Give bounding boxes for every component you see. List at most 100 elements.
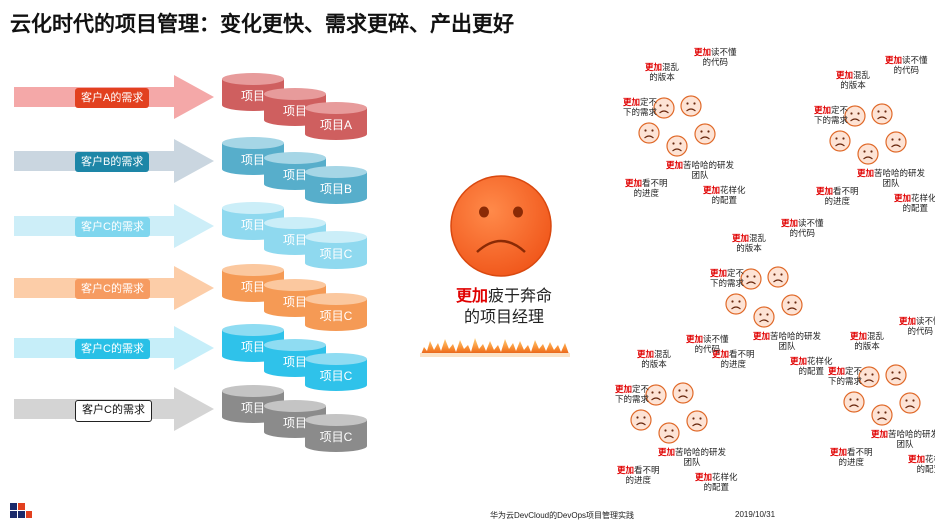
requirement-arrow: 客户B的需求 [14,139,214,183]
sad-face-icon [781,294,803,316]
annotation-emphasis: 更加 [666,160,684,170]
problem-annotation: 更加花样化的配置 [695,472,738,492]
sad-face-icon [658,422,680,444]
fire-icon [420,338,570,357]
project-cylinder: 项目A [305,102,367,140]
annotation-emphasis: 更加 [625,178,643,188]
problem-annotation: 更加读不懂的代码 [899,316,935,336]
annotation-line1: 看不明 [642,178,668,188]
annotation-emphasis: 更加 [623,97,641,107]
sad-face-icon [885,131,907,153]
project-manager-caption: 更加疲于奔命 的项目经理 [434,286,574,328]
annotation-line2: 的版本 [840,80,866,90]
annotation-line1: 苦哈哈的研发 [675,447,727,457]
problem-annotation: 更加苦哈哈的研发 团队 [753,331,821,351]
problem-annotation: 更加读不懂的代码 [885,55,928,75]
annotation-emphasis: 更加 [871,429,889,439]
annotation-line2: 的版本 [641,359,667,369]
annotation-line2: 的进度 [720,359,747,369]
sad-face-icon [694,123,716,145]
project-label: 项目C [319,247,353,261]
annotation-line2: 的进度 [824,196,851,206]
sad-face-icon [630,409,652,431]
annotation-line2: 的版本 [854,341,880,351]
project-label: 项目C [319,369,353,383]
problem-annotation: 更加苦哈哈的研发 团队 [658,447,726,467]
annotation-emphasis: 更加 [899,316,917,326]
sad-face-icon [666,135,688,157]
annotation-line2: 的配置 [902,203,929,213]
annotation-emphasis: 更加 [710,268,728,278]
problem-annotation: 更加苦哈哈的研发 团队 [871,429,935,449]
big-sad-face-icon [450,175,552,277]
problem-annotation: 更加定不 下的需求 [623,97,657,117]
annotation-line2: 的进度 [633,188,660,198]
annotation-line1: 读不懂 [902,55,928,65]
footer-date: 2019/10/31 [735,510,776,519]
annotation-line2: 的配置 [711,195,738,205]
annotation-line1: 看不明 [833,186,859,196]
sad-face-icon [885,364,907,386]
annotation-line1: 读不懂 [916,316,935,326]
sad-face-icon [899,392,921,414]
problem-annotation: 更加定不 下的需求 [710,268,744,288]
customer-requirement-label: 客户C的需求 [75,279,150,299]
annotation-line2: 团队 [683,457,701,467]
annotation-emphasis: 更加 [885,55,903,65]
annotation-emphasis: 更加 [732,233,750,243]
problem-annotation: 更加定不 下的需求 [615,384,649,404]
problem-annotation: 更加花样化的配置 [908,454,935,474]
annotation-line1: 混乱 [867,331,885,341]
slide-title: 云化时代的项目管理：变化更快、需求更碎、产出更好 [10,13,514,36]
annotation-emphasis: 更加 [894,193,912,203]
annotation-emphasis: 更加 [686,334,704,344]
annotation-line1: 苦哈哈的研发 [874,168,926,178]
project-cylinder: 项目C [305,293,367,331]
annotation-emphasis: 更加 [814,105,832,115]
problem-annotation: 更加花样化的配置 [790,356,833,376]
project-label: 项目B [319,182,352,196]
annotation-emphasis: 更加 [637,349,655,359]
requirement-arrow: 客户A的需求 [14,75,214,119]
sad-face-icon [871,103,893,125]
annotation-emphasis: 更加 [836,70,854,80]
annotation-line1: 定不 [727,268,745,278]
customer-requirement-label: 客户C的需求 [75,217,150,237]
annotation-line2: 的代码 [694,344,721,354]
problem-annotation: 更加苦哈哈的研发 团队 [666,160,734,180]
annotation-emphasis: 更加 [658,447,676,457]
problem-annotation: 更加看不明 的进度 [830,447,873,467]
sad-face-icon [843,391,865,413]
problem-annotation: 更加花样化的配置 [894,193,935,213]
annotation-line1: 看不明 [847,447,873,457]
annotation-line2: 团队 [896,439,914,449]
annotation-emphasis: 更加 [753,331,771,341]
problem-annotation: 更加看不明 的进度 [617,465,660,485]
annotation-line2: 下的需求 [710,278,745,288]
annotation-emphasis: 更加 [790,356,808,366]
annotation-line1: 定不 [845,366,863,376]
annotation-emphasis: 更加 [828,366,846,376]
annotation-line2: 的配置 [798,366,825,376]
pm-logo-icon [10,503,32,518]
sad-face-icon [857,143,879,165]
problem-annotation: 更加混乱 的版本 [836,70,870,90]
annotation-line2: 的配置 [916,464,935,474]
annotation-line2: 的进度 [625,475,652,485]
requirement-arrow: 客户C的需求 [14,326,214,370]
sad-face-icon [686,410,708,432]
annotation-line2: 下的需求 [623,107,658,117]
annotation-emphasis: 更加 [615,384,633,394]
problem-annotation: 更加混乱 的版本 [732,233,766,253]
problem-annotation: 更加混乱 的版本 [850,331,884,351]
problem-annotation: 更加读不懂的代码 [686,334,729,354]
sad-face-icon [767,266,789,288]
annotation-line1: 读不懂 [711,47,737,57]
annotation-line2: 下的需求 [615,394,650,404]
annotation-line2: 团队 [778,341,796,351]
project-label: 项目C [319,309,353,323]
annotation-line1: 读不懂 [798,218,824,228]
annotation-line1: 苦哈哈的研发 [683,160,735,170]
problem-annotation: 更加看不明 的进度 [625,178,668,198]
project-cylinder: 项目C [305,231,367,269]
